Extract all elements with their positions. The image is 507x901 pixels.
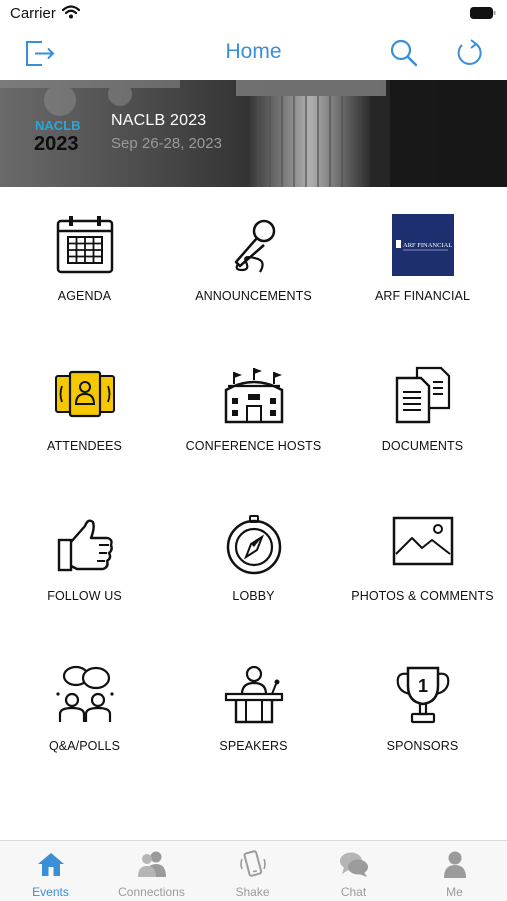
refresh-icon[interactable] (452, 36, 486, 70)
navigation-bar: Home (0, 28, 507, 78)
wifi-icon (62, 5, 80, 19)
tab-label: Me (446, 885, 463, 899)
tile-attendees[interactable]: ATTENDEES (0, 350, 169, 470)
tile-arf-financial[interactable]: ARF FINANCIAL ARF FINANCIAL (338, 200, 507, 320)
tile-label: FOLLOW US (47, 589, 122, 603)
tile-label: Q&A/POLLS (48, 739, 121, 753)
house-icon (37, 853, 64, 876)
event-title: NACLB 2023 (111, 112, 207, 129)
tile-label: DOCUMENTS (381, 439, 464, 453)
tab-label: Shake (235, 885, 270, 899)
badges-icon (54, 370, 115, 418)
tab-me[interactable]: Me (404, 841, 505, 901)
carrier-label: Carrier (10, 5, 56, 22)
documents-icon (395, 366, 450, 424)
tab-shake[interactable]: Shake (202, 841, 303, 901)
person-icon (443, 851, 466, 878)
tab-chat[interactable]: Chat (303, 841, 404, 901)
svg-text:2023: 2023 (34, 133, 79, 152)
tile-label: ATTENDEES (47, 439, 122, 453)
tile-speakers[interactable]: SPEAKERS (169, 650, 338, 770)
naclb-logo: NACLB 2023 (34, 118, 81, 152)
tile-label: AGENDA (57, 289, 112, 303)
svg-text:NACLB: NACLB (35, 118, 81, 133)
building-icon (224, 368, 283, 424)
tile-agenda[interactable]: AGENDA (0, 200, 169, 320)
tile-label: CONFERENCE HOSTS (185, 439, 322, 453)
tile-label: ARF FINANCIAL (374, 289, 471, 303)
tile-label: ANNOUNCEMENTS (195, 289, 312, 303)
shake-phone-icon (239, 850, 266, 877)
tile-label: PHOTOS & COMMENTS (351, 589, 494, 603)
tab-label: Chat (340, 885, 367, 899)
tile-follow-us[interactable]: FOLLOW US (0, 500, 169, 620)
photo-icon (392, 516, 453, 566)
arf-financial-logo: ARF FINANCIAL (391, 214, 454, 276)
page-title: Home (225, 40, 282, 63)
status-bar: Carrier (0, 0, 507, 28)
tile-documents[interactable]: DOCUMENTS (338, 350, 507, 470)
event-dates: Sep 26-28, 2023 (111, 135, 222, 152)
event-banner[interactable]: NACLB 2023 (0, 80, 507, 187)
tile-conference-hosts[interactable]: CONFERENCE HOSTS (169, 350, 338, 470)
calendar-icon (56, 216, 113, 274)
tab-bar: Events Connections Shake Chat Me (0, 840, 507, 901)
tile-lobby[interactable]: LOBBY (169, 500, 338, 620)
tab-label: Connections (118, 885, 185, 899)
tab-events[interactable]: Events (0, 841, 101, 901)
tile-photos-comments[interactable]: PHOTOS & COMMENTS (338, 500, 507, 620)
tile-label: SPEAKERS (219, 739, 288, 753)
tile-label: SPONSORS (386, 739, 459, 753)
tile-sponsors[interactable]: 1 SPONSORS (338, 650, 507, 770)
tab-label: Events (32, 885, 69, 899)
tile-qa-polls[interactable]: Q&A/POLLS (0, 650, 169, 770)
tile-announcements[interactable]: ANNOUNCEMENTS (169, 200, 338, 320)
people-icon (137, 851, 166, 877)
trophy-icon: 1 (396, 666, 449, 724)
microphone-icon (234, 219, 275, 273)
chat-bubbles-icon (339, 852, 368, 877)
tile-label: LOBBY (232, 589, 275, 603)
podium-icon (224, 665, 283, 724)
svg-text:1: 1 (418, 676, 428, 696)
tab-connections[interactable]: Connections (101, 841, 202, 901)
compass-icon (226, 515, 281, 575)
search-icon[interactable] (387, 36, 421, 70)
battery-icon (470, 7, 496, 19)
thumbs-up-icon (57, 519, 113, 572)
discussion-icon (55, 665, 114, 722)
svg-text:ARF FINANCIAL: ARF FINANCIAL (403, 242, 452, 249)
